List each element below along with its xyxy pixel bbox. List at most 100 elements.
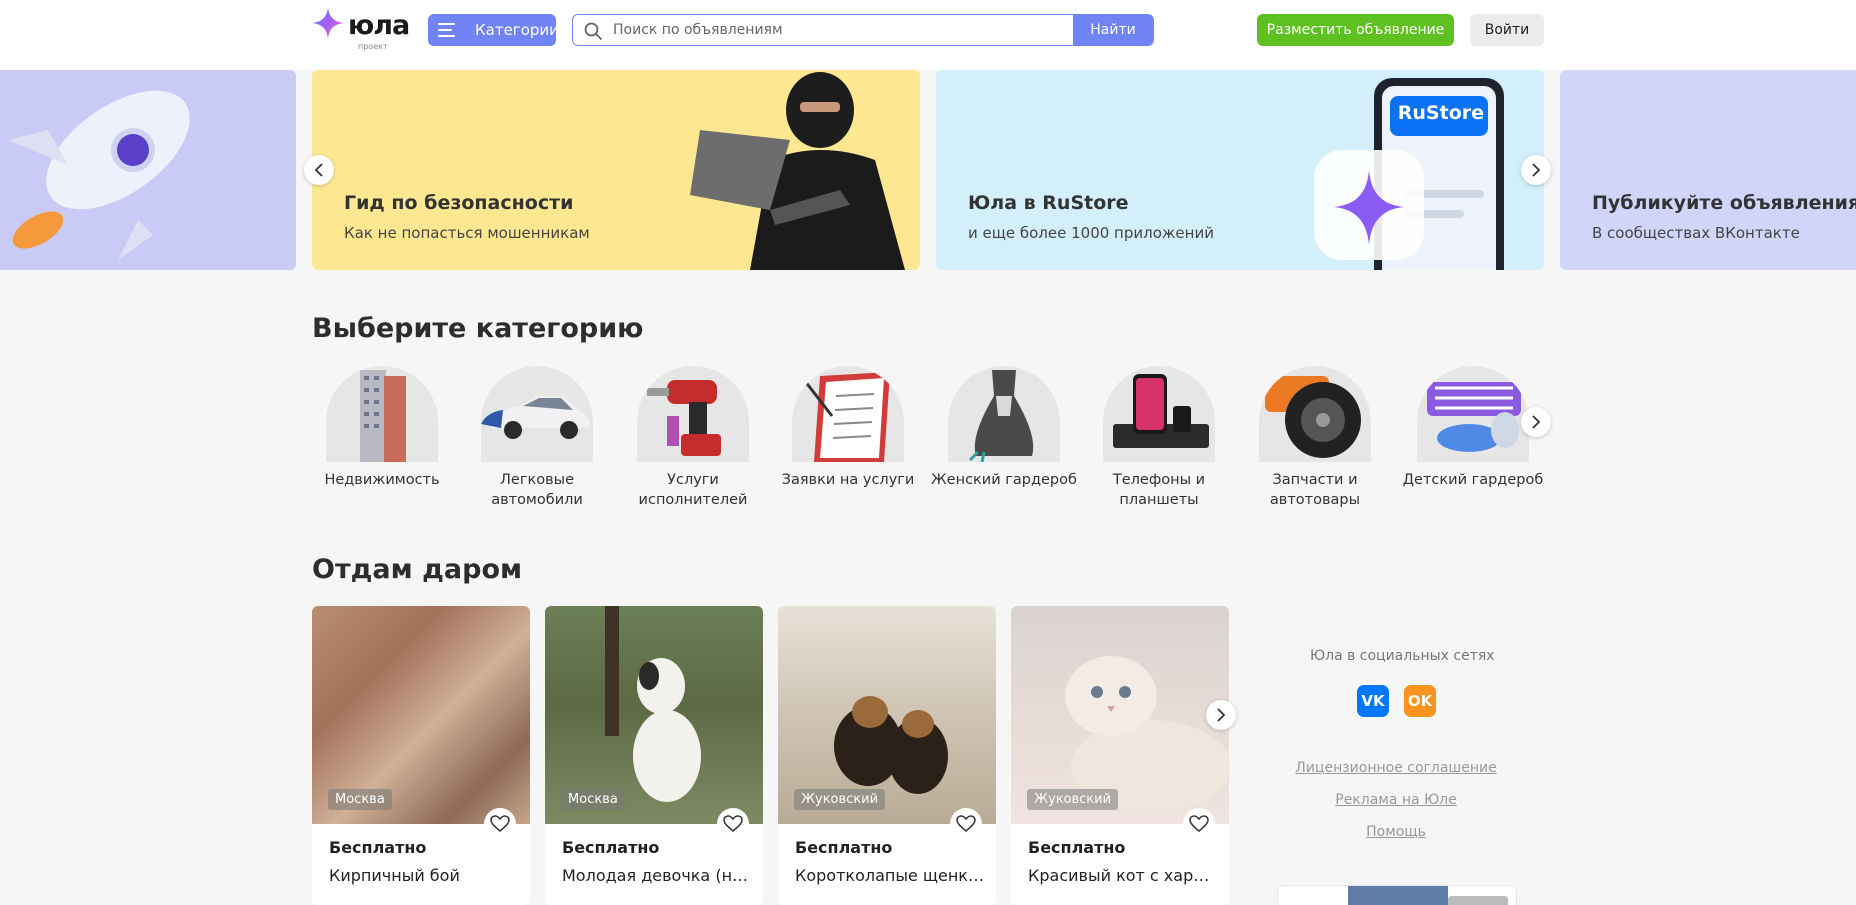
heart-icon bbox=[723, 815, 743, 832]
product-price: Бесплатно bbox=[1028, 838, 1126, 857]
city-badge: Жуковский bbox=[794, 789, 886, 810]
city-badge: Москва bbox=[561, 789, 625, 810]
wheel-icon bbox=[1265, 376, 1361, 458]
logo-subtitle: проект bbox=[358, 42, 388, 51]
category-label: Легковые автомобили bbox=[491, 472, 583, 508]
banner-subtitle: Как не попасться мошенникам bbox=[344, 224, 590, 242]
category-label: Услуги исполнителей bbox=[638, 472, 748, 508]
category-label: Детский гардероб bbox=[1402, 472, 1544, 488]
vk-icon: VK bbox=[1361, 692, 1385, 710]
banner-subtitle: В сообществах ВКонтакте bbox=[1592, 224, 1800, 242]
city-badge: Жуковский bbox=[1027, 789, 1119, 810]
favorite-button[interactable] bbox=[950, 808, 982, 840]
banner-next-button[interactable] bbox=[1521, 155, 1551, 185]
product-price: Бесплатно bbox=[562, 838, 660, 857]
product-title: Коротколапые щенки… bbox=[795, 866, 985, 885]
logo-text: юла bbox=[348, 10, 410, 41]
cards-next-button[interactable] bbox=[1206, 700, 1236, 730]
category-cars[interactable]: Легковые автомобили bbox=[462, 366, 612, 510]
phone-illustration bbox=[1314, 78, 1504, 270]
banner-title: Гид по безопасности bbox=[344, 192, 574, 214]
promo-card[interactable] bbox=[1277, 885, 1517, 905]
banner-vk-publish[interactable]: Публикуйте объявления В сообществах ВКон… bbox=[1560, 70, 1856, 270]
category-womens-wardrobe[interactable]: Женский гардероб bbox=[929, 366, 1079, 490]
shoes-icon bbox=[1427, 382, 1521, 452]
ok-link[interactable]: OK bbox=[1404, 685, 1436, 717]
phone-icon bbox=[1113, 374, 1209, 448]
login-button[interactable]: Войти bbox=[1470, 14, 1544, 46]
help-link[interactable]: Помощь bbox=[1276, 824, 1516, 840]
favorite-button[interactable] bbox=[1183, 808, 1215, 840]
heart-icon bbox=[1189, 815, 1209, 832]
menu-icon bbox=[438, 23, 455, 37]
banner-subtitle: и еще более 1000 приложений bbox=[968, 224, 1214, 242]
promo-badge bbox=[1448, 896, 1508, 905]
vk-link[interactable]: VK bbox=[1357, 685, 1389, 717]
banner-carousel: Гид по безопасности Как не попасться мош… bbox=[0, 70, 1856, 270]
product-title: Кирпичный бой bbox=[329, 866, 460, 885]
product-title: Молодая девочка (не … bbox=[562, 866, 752, 885]
drill-icon bbox=[647, 380, 721, 456]
product-image: Москва bbox=[545, 606, 763, 824]
rustore-badge: RuStore bbox=[1397, 102, 1484, 124]
banner-rustore[interactable]: RuStore Юла в RuStore и еще более 1000 п… bbox=[936, 70, 1544, 270]
dress-icon bbox=[968, 370, 1034, 462]
product-image: Москва bbox=[312, 606, 530, 824]
chevron-right-icon bbox=[1532, 163, 1541, 177]
hacker-illustration bbox=[690, 72, 905, 270]
category-services[interactable]: Услуги исполнителей bbox=[618, 366, 768, 510]
logo[interactable]: юла проект bbox=[311, 4, 410, 52]
product-price: Бесплатно bbox=[795, 838, 893, 857]
categories-next-button[interactable] bbox=[1521, 407, 1551, 437]
banner-title: Юла в RuStore bbox=[968, 192, 1129, 214]
product-image: Жуковский bbox=[1011, 606, 1229, 824]
search-input[interactable] bbox=[613, 15, 1023, 45]
chevron-left-icon bbox=[314, 163, 323, 177]
category-label: Заявки на услуги bbox=[781, 472, 915, 488]
category-phones-tablets[interactable]: Телефоны и планшеты bbox=[1084, 366, 1234, 510]
categories-button-label: Категории bbox=[475, 21, 559, 39]
building-icon bbox=[360, 370, 406, 462]
ads-link[interactable]: Реклама на Юле bbox=[1276, 792, 1516, 808]
logo-star-icon bbox=[312, 7, 344, 39]
search-bar: Найти bbox=[572, 14, 1154, 46]
category-label: Телефоны и планшеты bbox=[1112, 472, 1206, 508]
ok-icon: OK bbox=[1407, 692, 1433, 710]
post-ad-button[interactable]: Разместить объявление bbox=[1257, 14, 1454, 46]
banner-prev-button[interactable] bbox=[304, 155, 334, 185]
product-card[interactable]: Москва Бесплатно Кирпичный бой bbox=[312, 606, 530, 905]
category-real-estate[interactable]: Недвижимость bbox=[307, 366, 457, 490]
product-title: Красивый кот с харр… bbox=[1028, 866, 1218, 885]
category-service-requests[interactable]: Заявки на услуги bbox=[773, 366, 923, 490]
promo-image bbox=[1348, 886, 1448, 905]
free-section-heading: Отдам даром bbox=[312, 554, 523, 585]
product-image: Жуковский bbox=[778, 606, 996, 824]
rocket-illustration bbox=[8, 90, 190, 260]
product-card[interactable]: Жуковский Бесплатно Коротколапые щенки… bbox=[778, 606, 996, 905]
banner-title: Публикуйте объявления bbox=[1592, 192, 1856, 214]
product-card[interactable]: Жуковский Бесплатно Красивый кот с харр… bbox=[1011, 606, 1229, 905]
city-badge: Москва bbox=[328, 789, 392, 810]
favorite-button[interactable] bbox=[717, 808, 749, 840]
heart-icon bbox=[490, 815, 510, 832]
banner-rocket[interactable] bbox=[0, 70, 296, 270]
chevron-right-icon bbox=[1532, 415, 1541, 429]
category-label: Запчасти и автотовары bbox=[1269, 472, 1361, 508]
product-price: Бесплатно bbox=[329, 838, 427, 857]
chevron-right-icon bbox=[1217, 708, 1226, 722]
favorite-button[interactable] bbox=[484, 808, 516, 840]
clipboard-icon bbox=[796, 371, 890, 462]
heart-icon bbox=[956, 815, 976, 832]
category-label: Недвижимость bbox=[324, 472, 440, 488]
header: юла проект Категории Найти Разместить об… bbox=[0, 0, 1856, 70]
license-link[interactable]: Лицензионное соглашение bbox=[1276, 760, 1516, 776]
banner-safety-guide[interactable]: Гид по безопасности Как не попасться мош… bbox=[312, 70, 920, 270]
search-icon bbox=[584, 22, 602, 40]
search-button[interactable]: Найти bbox=[1073, 15, 1153, 45]
categories-heading: Выберите категорию bbox=[312, 313, 644, 344]
product-card[interactable]: Москва Бесплатно Молодая девочка (не … bbox=[545, 606, 763, 905]
car-icon bbox=[481, 396, 590, 439]
category-auto-parts[interactable]: Запчасти и автотовары bbox=[1240, 366, 1390, 510]
social-title: Юла в социальных сетях bbox=[1310, 648, 1495, 664]
categories-button[interactable]: Категории bbox=[428, 14, 559, 46]
